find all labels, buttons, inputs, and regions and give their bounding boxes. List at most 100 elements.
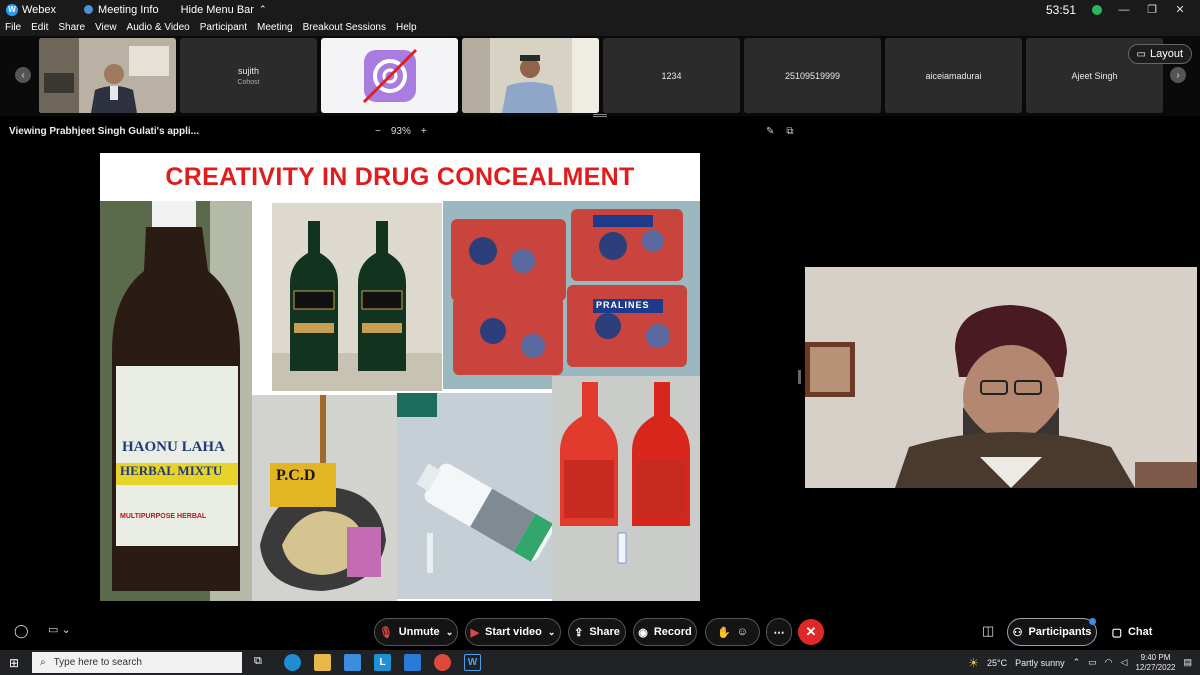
- participant-name: Ajeet Singh: [1071, 70, 1118, 81]
- emoji-reaction-icon[interactable]: ☺: [737, 626, 748, 638]
- start-video-label: Start video: [485, 626, 542, 638]
- chrome-icon[interactable]: [434, 654, 451, 671]
- chevron-down-icon[interactable]: ⌄: [548, 627, 556, 638]
- participants-notification-dot: [1089, 618, 1096, 625]
- app-name: Webex: [22, 3, 57, 16]
- close-icon[interactable]: ✕: [1174, 3, 1186, 16]
- photo-red-bottles: [552, 376, 700, 601]
- menu-meeting[interactable]: Meeting: [257, 22, 293, 33]
- chat-label: Chat: [1127, 626, 1153, 638]
- participant-tile[interactable]: [462, 38, 599, 113]
- participant-video: [39, 38, 176, 113]
- record-button[interactable]: ◉ Record: [633, 618, 697, 646]
- network-icon[interactable]: ▭: [1088, 657, 1097, 668]
- unmute-button[interactable]: 🎙︎ Unmute ⌄: [374, 618, 458, 646]
- store-icon[interactable]: [344, 654, 361, 671]
- windows-start-icon[interactable]: ⊞: [9, 656, 19, 670]
- more-options-button[interactable]: ⋯: [766, 618, 792, 646]
- record-label: Record: [653, 626, 692, 638]
- taskbar-search-box[interactable]: ⌕ Type here to search: [32, 652, 242, 673]
- security-shield-icon[interactable]: [1092, 4, 1102, 15]
- webex-logo-icon: W: [6, 3, 18, 16]
- volume-icon[interactable]: ◁: [1121, 657, 1128, 668]
- pcd-label: P.C.D: [276, 467, 316, 484]
- participant-name: 1234: [661, 70, 682, 81]
- photo-herbal-bottle: HAONU LAHA HERBAL MIXTU MULTIPURPOSE HER…: [100, 201, 252, 601]
- participant-tile[interactable]: aiceiamadurai: [885, 38, 1022, 113]
- reactions-group: ✋ ☺: [705, 618, 760, 646]
- webex-taskbar-icon[interactable]: W: [464, 654, 481, 671]
- participant-tile[interactable]: [39, 38, 176, 113]
- record-icon: ◉: [638, 626, 648, 639]
- file-explorer-icon[interactable]: [314, 654, 331, 671]
- task-view-icon[interactable]: ⧉: [254, 655, 262, 668]
- participant-video: [462, 38, 599, 113]
- active-speaker-video: [805, 267, 1197, 488]
- menu-bar: File Edit Share View Audio & Video Parti…: [0, 19, 1200, 36]
- hide-menu-bar-button[interactable]: Hide Menu Bar ⌃: [181, 4, 267, 16]
- hide-menu-label: Hide Menu Bar: [180, 3, 254, 16]
- layout-button[interactable]: ▭ Layout: [1127, 44, 1192, 64]
- captions-icon[interactable]: ▭ ⌄: [48, 623, 71, 636]
- strip-resize-handle[interactable]: [593, 114, 607, 117]
- menu-help[interactable]: Help: [396, 22, 417, 33]
- participant-tile[interactable]: 25109519999: [744, 38, 881, 113]
- bottle-label-2: HERBAL MIXTU: [120, 463, 223, 478]
- shared-slide: CREATIVITY IN DRUG CONCEALMENT HAONU LAH…: [100, 153, 700, 601]
- chat-button[interactable]: ▢ Chat: [1104, 618, 1160, 646]
- meeting-info-button[interactable]: Meeting Info: [84, 4, 159, 16]
- menu-breakout-sessions[interactable]: Breakout Sessions: [303, 22, 386, 33]
- taskbar-clock[interactable]: 9:40 PM 12/27/2022: [1135, 653, 1175, 673]
- wifi-icon[interactable]: ◠: [1105, 657, 1113, 668]
- weather-icon[interactable]: ☀: [968, 656, 979, 670]
- notifications-icon[interactable]: ▤: [1183, 657, 1192, 668]
- participant-tile[interactable]: sujith Cohost: [180, 38, 317, 113]
- zoom-in-icon[interactable]: +: [421, 126, 427, 137]
- title-bar: W Webex Meeting Info Hide Menu Bar ⌃ 53:…: [0, 0, 1200, 19]
- share-view-icons: ✎ ⧉: [766, 126, 794, 137]
- restore-icon[interactable]: ❐: [1146, 3, 1158, 16]
- participant-tile[interactable]: 1234: [603, 38, 740, 113]
- menu-participant[interactable]: Participant: [200, 22, 247, 33]
- menu-audio-video[interactable]: Audio & Video: [127, 22, 190, 33]
- apps-icon[interactable]: ◫: [982, 623, 994, 639]
- annotate-icon[interactable]: ✎: [766, 126, 774, 137]
- photo-bat-pcd: P.C.D: [252, 395, 397, 601]
- app-l-icon[interactable]: L: [374, 654, 391, 671]
- menu-view[interactable]: View: [95, 22, 117, 33]
- meeting-info-label: Meeting Info: [98, 3, 159, 16]
- minimize-icon[interactable]: —: [1118, 4, 1130, 16]
- chevron-down-icon[interactable]: ⌄: [446, 627, 454, 638]
- viewing-label: Viewing Prabhjeet Singh Gulati's appli..…: [9, 125, 200, 137]
- clock-date: 12/27/2022: [1135, 662, 1176, 672]
- menu-edit[interactable]: Edit: [31, 22, 48, 33]
- mail-icon[interactable]: [404, 654, 421, 671]
- bottle-label-3: MULTIPURPOSE HERBAL: [120, 513, 207, 520]
- audio-connect-icon[interactable]: ◯: [14, 623, 29, 639]
- strip-next-icon[interactable]: ›: [1170, 67, 1186, 83]
- tray-overflow-icon[interactable]: ⌃: [1073, 657, 1081, 668]
- photo-pralines-bags: PRALINES: [443, 201, 700, 389]
- participants-label: Participants: [1028, 626, 1092, 638]
- start-video-button[interactable]: ▶︎ Start video ⌄: [465, 618, 561, 646]
- participants-button[interactable]: ⚇ Participants: [1007, 618, 1097, 646]
- strip-prev-icon[interactable]: ‹: [15, 67, 31, 83]
- zoom-level: 93%: [390, 125, 411, 137]
- menu-file[interactable]: File: [5, 22, 21, 33]
- pop-out-icon[interactable]: ⧉: [786, 126, 793, 137]
- leave-meeting-button[interactable]: ✕: [798, 619, 824, 645]
- share-button[interactable]: ⇪ Share: [568, 618, 626, 646]
- search-placeholder: Type here to search: [53, 657, 142, 668]
- participant-role: Cohost: [237, 78, 260, 86]
- pralines-label: PRALINES: [596, 300, 650, 310]
- meeting-controls: ◯ ▭ ⌄ 🎙︎ Unmute ⌄ ▶︎ Start video ⌄ ⇪ Sha…: [0, 615, 1200, 649]
- participant-tile[interactable]: [321, 38, 458, 113]
- participant-name: sujith: [237, 65, 259, 76]
- bottle-label-1: HAONU LAHA: [122, 439, 225, 455]
- layout-label: Layout: [1149, 48, 1183, 60]
- panel-resize-handle[interactable]: [798, 370, 801, 384]
- edge-icon[interactable]: [284, 654, 301, 671]
- zoom-out-icon[interactable]: −: [375, 126, 381, 137]
- raise-hand-icon[interactable]: ✋: [717, 626, 731, 639]
- menu-share[interactable]: Share: [58, 22, 85, 33]
